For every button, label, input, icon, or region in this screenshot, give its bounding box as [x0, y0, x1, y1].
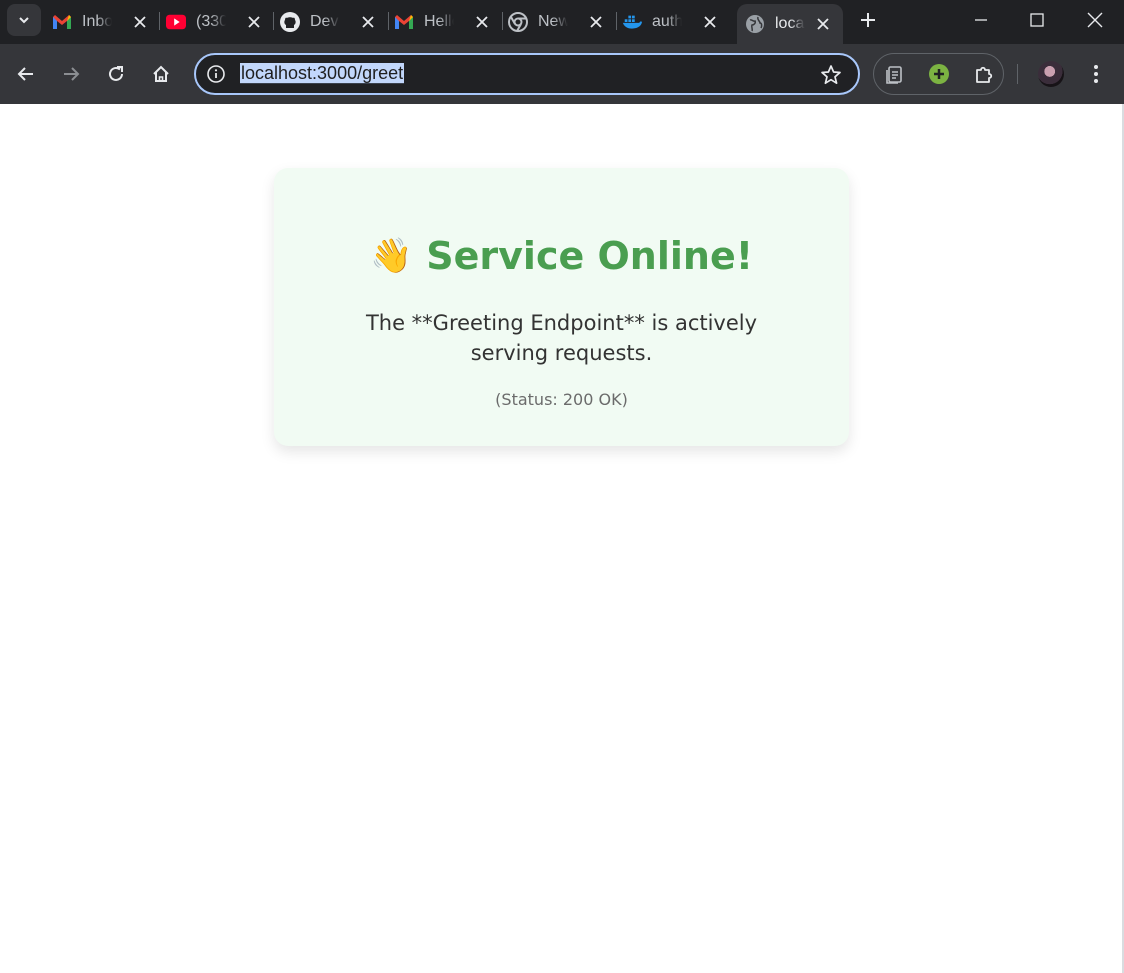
maximize-button[interactable]	[1009, 0, 1065, 40]
close-icon[interactable]	[356, 10, 380, 34]
url-selected-text: localhost:3000/greet	[240, 63, 405, 83]
github-icon	[280, 12, 300, 32]
tab-gmail-hello[interactable]: Hello	[394, 4, 494, 40]
url-text[interactable]: localhost:3000/greet	[240, 63, 405, 84]
home-icon	[153, 65, 169, 82]
tab-gmail-inbox[interactable]: Inbox	[52, 4, 152, 40]
reading-list-icon[interactable]	[884, 63, 906, 85]
tab-title: Hello	[424, 13, 454, 30]
profile-avatar[interactable]	[1038, 61, 1064, 87]
page-title: 👋 Service Online!	[274, 234, 849, 278]
gmail-icon	[52, 12, 72, 32]
status-card: 👋 Service Online! The **Greeting Endpoin…	[274, 168, 849, 446]
gmail-icon	[394, 12, 414, 32]
browser-toolbar: localhost:3000/greet	[0, 44, 1124, 104]
browser-menu-button[interactable]	[1084, 60, 1108, 88]
bookmark-star-icon[interactable]	[820, 64, 842, 86]
more-vertical-icon	[1094, 65, 1098, 83]
youtube-icon	[166, 12, 186, 32]
toolbar-separator	[1017, 64, 1018, 84]
tab-title: Dev	[310, 13, 339, 30]
arrow-right-icon	[64, 67, 80, 81]
close-icon[interactable]	[128, 10, 152, 34]
extensions-group	[873, 53, 1004, 95]
close-icon[interactable]	[811, 12, 835, 36]
back-button[interactable]	[10, 58, 42, 90]
tab-title: auth	[652, 13, 682, 30]
reload-button[interactable]	[100, 58, 132, 90]
close-icon[interactable]	[470, 10, 494, 34]
extension-plus-icon[interactable]	[928, 63, 950, 85]
close-icon	[1087, 12, 1103, 28]
tab-search-button[interactable]	[7, 4, 41, 36]
forward-button[interactable]	[55, 58, 87, 90]
close-window-button[interactable]	[1067, 0, 1123, 40]
maximize-icon	[1030, 13, 1044, 27]
tab-separator	[273, 12, 274, 30]
arrow-left-icon	[17, 67, 33, 81]
tab-separator	[388, 12, 389, 30]
close-icon[interactable]	[584, 10, 608, 34]
tab-localhost[interactable]: localhost	[737, 4, 843, 44]
chrome-icon	[508, 12, 528, 32]
tab-new-tab[interactable]: New	[508, 4, 608, 40]
service-description: The **Greeting Endpoint** is actively se…	[365, 311, 758, 365]
status-text: (Status: 200 OK)	[495, 390, 628, 409]
globe-icon	[745, 14, 765, 34]
minimize-button[interactable]	[953, 0, 1009, 40]
close-icon[interactable]	[698, 10, 722, 34]
tab-docker[interactable]: auth	[622, 4, 722, 40]
site-info-icon[interactable]	[206, 64, 226, 84]
tab-title: localhost	[775, 15, 805, 32]
tab-title: Inbox	[82, 13, 112, 30]
waving-hand-icon: 👋	[369, 236, 413, 276]
docker-icon	[622, 12, 642, 32]
tab-title: New	[538, 13, 568, 30]
tab-github[interactable]: Dev	[280, 4, 380, 40]
chevron-down-icon	[19, 17, 29, 24]
page-viewport: 👋 Service Online! The **Greeting Endpoin…	[0, 104, 1124, 973]
tab-youtube[interactable]: (330)	[166, 4, 266, 40]
minimize-icon	[975, 19, 987, 21]
puzzle-extensions-icon[interactable]	[973, 63, 995, 85]
address-bar[interactable]: localhost:3000/greet	[194, 53, 860, 95]
tab-title: (330)	[196, 13, 226, 30]
tab-strip: Inbox (330) Dev Hello New	[0, 0, 1124, 44]
reload-icon	[109, 66, 123, 81]
tab-separator	[502, 12, 503, 30]
plus-icon	[861, 13, 875, 27]
home-button[interactable]	[145, 58, 177, 90]
new-tab-button[interactable]	[856, 8, 880, 32]
tab-separator	[159, 12, 160, 30]
close-icon[interactable]	[242, 10, 266, 34]
tab-separator	[616, 12, 617, 30]
page-title-text: Service Online!	[426, 234, 754, 278]
